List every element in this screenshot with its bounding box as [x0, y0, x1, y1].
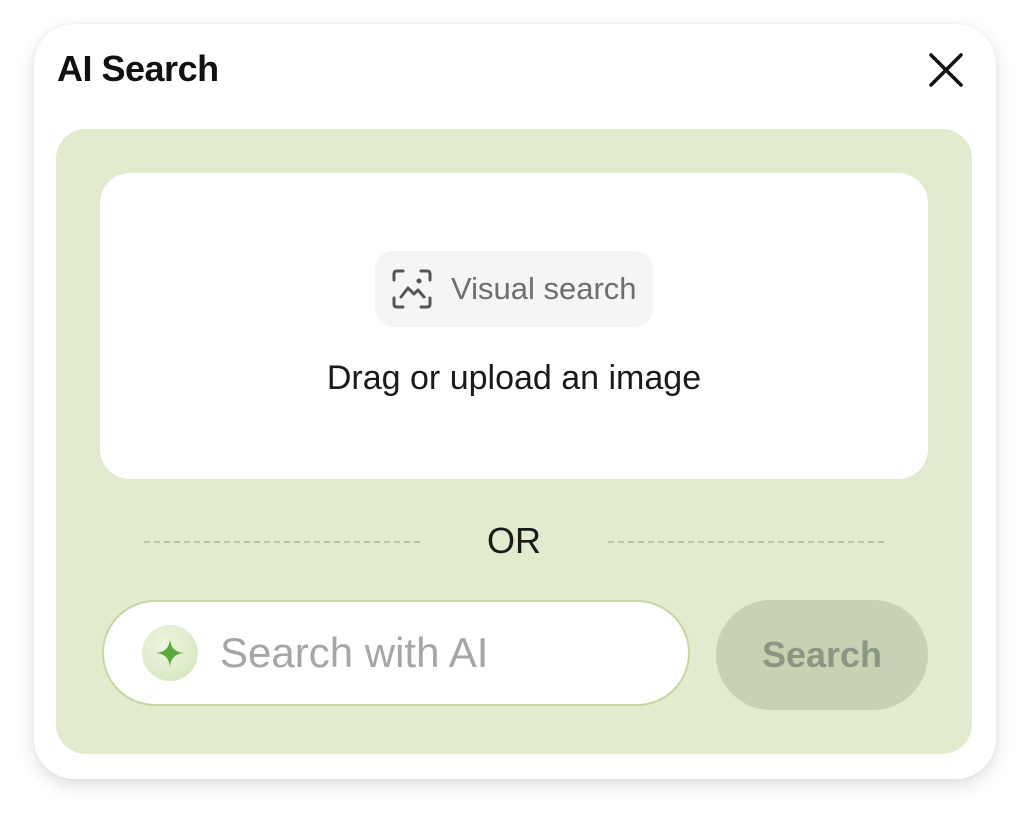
search-input[interactable]	[220, 629, 660, 677]
image-drop-zone[interactable]: Visual search Drag or upload an image	[100, 173, 928, 479]
drop-instruction: Drag or upload an image	[326, 359, 702, 397]
visual-search-icon	[392, 269, 432, 309]
close-button[interactable]	[926, 50, 966, 90]
ai-search-dialog: AI Search Visual search Drag or upload a…	[34, 24, 996, 779]
close-icon	[929, 53, 963, 87]
or-divider: OR	[144, 521, 884, 561]
ai-search-field[interactable]	[102, 600, 690, 706]
visual-search-label: Visual search	[451, 271, 637, 306]
dialog-title: AI Search	[57, 48, 219, 89]
search-button[interactable]: Search	[716, 600, 928, 710]
search-panel: Visual search Drag or upload an image OR…	[56, 129, 972, 754]
divider-line-right	[608, 541, 884, 543]
sparkle-icon	[156, 639, 184, 667]
sparkle-badge	[142, 625, 198, 681]
visual-search-chip[interactable]: Visual search	[375, 251, 653, 327]
